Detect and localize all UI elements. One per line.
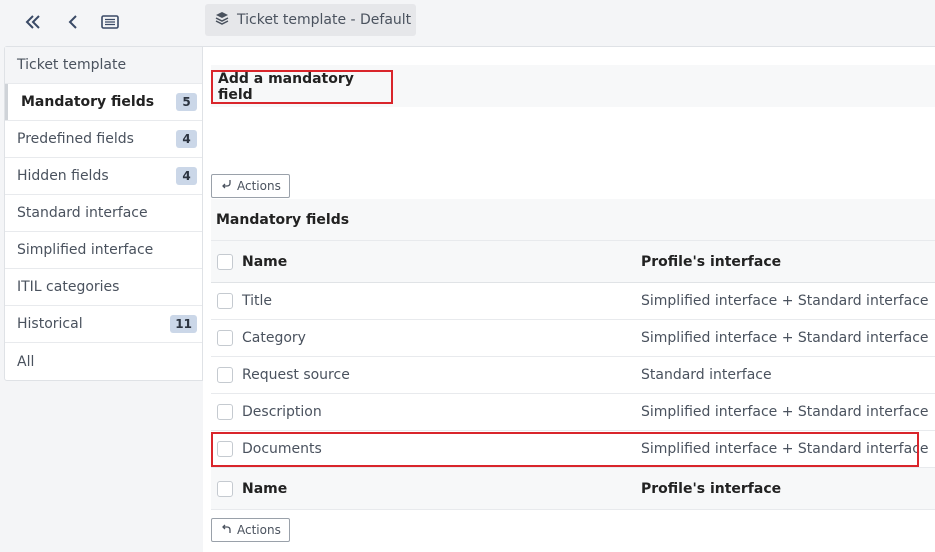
sidebar-item-itil-categories[interactable]: ITIL categories [5,269,202,306]
row-name: Description [242,404,322,420]
sidebar-item-label: Ticket template [17,57,127,73]
table-row: Title Simplified interface + Standard in… [211,283,935,320]
count-badge: 11 [170,315,197,333]
double-chevron-left-icon[interactable] [22,11,44,33]
row-profile: Simplified interface + Standard interfac… [641,330,929,346]
main-panel: Add a mandatory field Actions Mandatory … [203,46,935,552]
sidebar: Ticket template Mandatory fields 5 Prede… [4,46,203,381]
top-nav [0,0,203,46]
sidebar-item-mandatory-fields[interactable]: Mandatory fields 5 [5,84,202,121]
actions-label: Actions [237,523,281,537]
sidebar-item-all[interactable]: All [5,343,202,380]
column-header-profile[interactable]: Profile's interface [641,254,781,270]
row-checkbox[interactable] [217,404,233,420]
row-name: Title [242,293,273,309]
count-badge: 4 [176,167,197,185]
count-badge: 5 [176,93,197,111]
row-profile: Standard interface [641,367,772,383]
breadcrumb[interactable]: Ticket template - Default [205,4,416,36]
column-footer-name[interactable]: Name [242,481,287,497]
row-checkbox[interactable] [217,367,233,383]
sidebar-item-label: Simplified interface [17,242,154,258]
row-checkbox[interactable] [217,330,233,346]
add-mandatory-field-title: Add a mandatory field [211,70,393,104]
mandatory-fields-table: Mandatory fields Name Profile's interfac… [211,199,935,510]
layers-icon [215,11,229,29]
sidebar-item-simplified-interface[interactable]: Simplified interface [5,232,202,269]
sidebar-item-label: Standard interface [17,205,148,221]
row-profile: Simplified interface + Standard interfac… [641,404,929,420]
actions-button-top[interactable]: Actions [211,174,290,198]
row-name: Documents [242,441,322,457]
count-badge: 4 [176,130,197,148]
sidebar-item-standard-interface[interactable]: Standard interface [5,195,202,232]
sidebar-item-label: Historical [17,316,83,332]
row-name: Request source [242,367,350,383]
arrow-up-left-icon [221,523,232,537]
table-header-row: Name Profile's interface [211,241,935,283]
select-all-checkbox-footer[interactable] [217,480,233,497]
table-row: Description Simplified interface + Stand… [211,394,935,431]
sidebar-item-label: All [17,353,35,370]
row-profile: Simplified interface + Standard interfac… [641,293,929,309]
table-row: Request source Standard interface [211,357,935,394]
sidebar-item-label: Predefined fields [17,131,134,147]
sidebar-item-hidden-fields[interactable]: Hidden fields 4 [5,158,202,195]
actions-button-bottom[interactable]: Actions [211,518,290,542]
chevron-left-icon[interactable] [62,11,84,33]
row-checkbox[interactable] [217,293,233,309]
actions-label: Actions [237,179,281,193]
column-footer-profile[interactable]: Profile's interface [641,481,781,497]
select-all-checkbox[interactable] [217,253,233,270]
table-caption: Mandatory fields [211,199,935,241]
sidebar-item-label: ITIL categories [17,279,120,295]
table-row: Category Simplified interface + Standard… [211,320,935,357]
app-root: Ticket template - Default Ticket templat… [0,0,935,552]
breadcrumb-label: Ticket template - Default [237,12,412,28]
sidebar-item-ticket-template[interactable]: Ticket template [5,47,202,84]
row-profile: Simplified interface + Standard interfac… [641,441,929,457]
table-row: Documents Simplified interface + Standar… [211,431,935,468]
sidebar-item-label: Hidden fields [17,168,109,184]
column-header-name[interactable]: Name [242,254,287,270]
row-name: Category [242,330,306,346]
sidebar-item-predefined-fields[interactable]: Predefined fields 4 [5,121,202,158]
arrow-down-left-icon [221,179,232,193]
sidebar-item-label: Mandatory fields [21,94,155,110]
sidebar-item-historical[interactable]: Historical 11 [5,306,202,343]
row-checkbox[interactable] [217,441,233,457]
list-view-icon[interactable] [99,11,121,33]
table-footer-row: Name Profile's interface [211,468,935,510]
